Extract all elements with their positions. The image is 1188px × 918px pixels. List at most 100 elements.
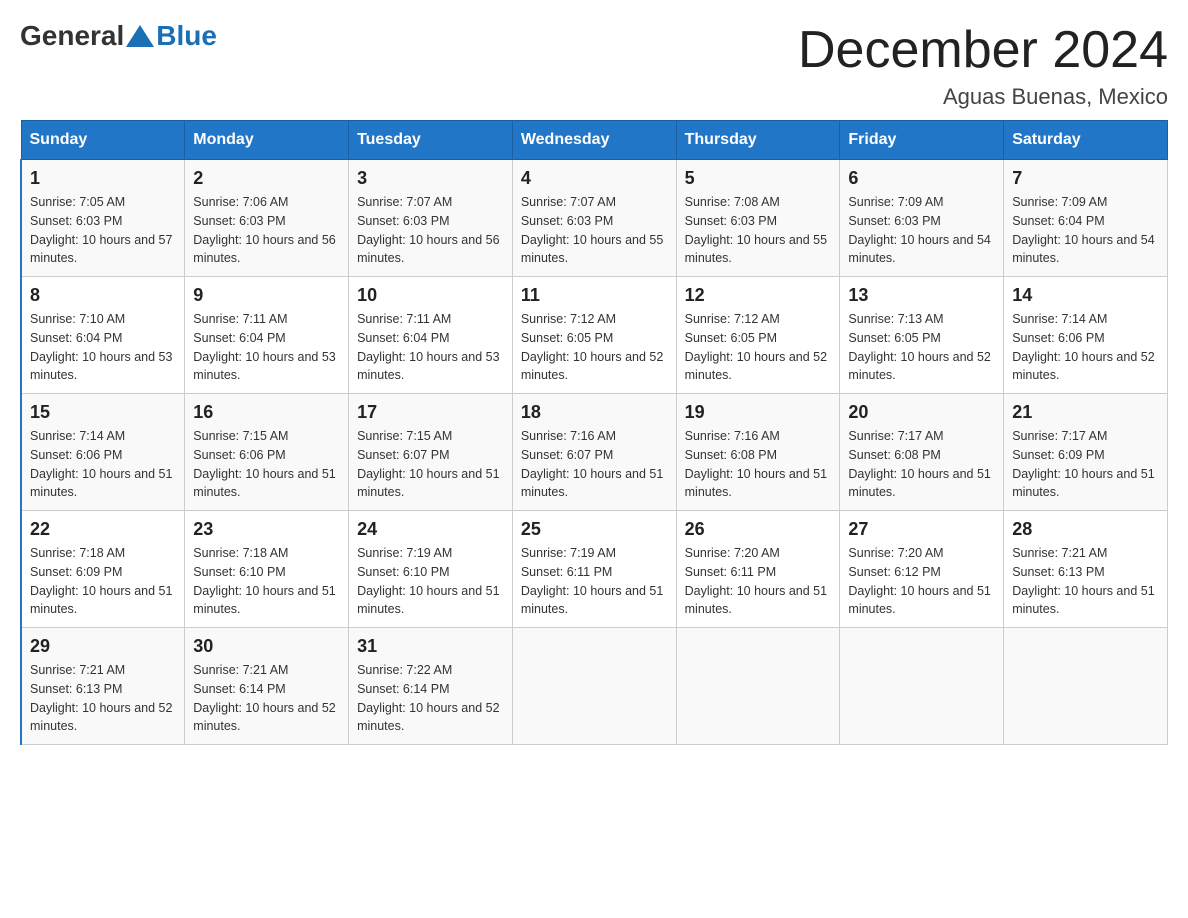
day-number: 26 — [685, 519, 832, 540]
day-info: Sunrise: 7:17 AMSunset: 6:08 PMDaylight:… — [848, 427, 995, 502]
calendar-cell: 9Sunrise: 7:11 AMSunset: 6:04 PMDaylight… — [185, 277, 349, 394]
calendar-cell: 21 Sunrise: 7:17 AMSunset: 6:09 PMDayligh… — [1004, 394, 1168, 511]
calendar-cell: 16 Sunrise: 7:15 AMSunset: 6:06 PMDayligh… — [185, 394, 349, 511]
day-number: 11 — [521, 285, 668, 306]
day-info: Sunrise: 7:07 AMSunset: 6:03 PMDaylight:… — [357, 193, 504, 268]
day-info: Sunrise: 7:21 AMSunset: 6:13 PMDaylight:… — [1012, 544, 1159, 619]
day-number: 28 — [1012, 519, 1159, 540]
day-number: 8 — [30, 285, 176, 306]
calendar-cell: 29 Sunrise: 7:21 AMSunset: 6:13 PMDayligh… — [21, 628, 185, 745]
month-title: December 2024 — [798, 20, 1168, 80]
day-number: 27 — [848, 519, 995, 540]
day-info: Sunrise: 7:21 AMSunset: 6:13 PMDaylight:… — [30, 661, 176, 736]
day-info: Sunrise: 7:12 AMSunset: 6:05 PMDaylight:… — [521, 310, 668, 385]
day-header-monday: Monday — [185, 121, 349, 160]
day-header-wednesday: Wednesday — [512, 121, 676, 160]
day-number: 4 — [521, 168, 668, 189]
calendar-header: SundayMondayTuesdayWednesdayThursdayFrid… — [21, 121, 1168, 160]
day-number: 13 — [848, 285, 995, 306]
calendar-table: SundayMondayTuesdayWednesdayThursdayFrid… — [20, 120, 1168, 745]
calendar-cell: 26 Sunrise: 7:20 AMSunset: 6:11 PMDayligh… — [676, 511, 840, 628]
day-number: 3 — [357, 168, 504, 189]
day-info: Sunrise: 7:15 AMSunset: 6:06 PMDaylight:… — [193, 427, 340, 502]
day-number: 9 — [193, 285, 340, 306]
calendar-cell: 18 Sunrise: 7:16 AMSunset: 6:07 PMDayligh… — [512, 394, 676, 511]
day-info: Sunrise: 7:15 AMSunset: 6:07 PMDaylight:… — [357, 427, 504, 502]
calendar-cell: 31Sunrise: 7:22 AMSunset: 6:14 PMDayligh… — [349, 628, 513, 745]
day-info: Sunrise: 7:09 AMSunset: 6:04 PMDaylight:… — [1012, 193, 1159, 268]
calendar-cell: 24Sunrise: 7:19 AMSunset: 6:10 PMDayligh… — [349, 511, 513, 628]
calendar-cell: 2 Sunrise: 7:06 AMSunset: 6:03 PMDaylight… — [185, 160, 349, 277]
calendar-cell: 8 Sunrise: 7:10 AMSunset: 6:04 PMDaylight… — [21, 277, 185, 394]
calendar-cell: 23Sunrise: 7:18 AMSunset: 6:10 PMDayligh… — [185, 511, 349, 628]
calendar-cell — [1004, 628, 1168, 745]
calendar-cell — [676, 628, 840, 745]
page-header: General Blue December 2024 Aguas Buenas,… — [20, 20, 1168, 110]
day-info: Sunrise: 7:16 AMSunset: 6:08 PMDaylight:… — [685, 427, 832, 502]
day-info: Sunrise: 7:20 AMSunset: 6:12 PMDaylight:… — [848, 544, 995, 619]
day-info: Sunrise: 7:07 AMSunset: 6:03 PMDaylight:… — [521, 193, 668, 268]
logo-blue: Blue — [156, 20, 217, 52]
day-info: Sunrise: 7:14 AMSunset: 6:06 PMDaylight:… — [30, 427, 176, 502]
day-info: Sunrise: 7:12 AMSunset: 6:05 PMDaylight:… — [685, 310, 832, 385]
day-info: Sunrise: 7:17 AMSunset: 6:09 PMDaylight:… — [1012, 427, 1159, 502]
calendar-cell: 4 Sunrise: 7:07 AMSunset: 6:03 PMDaylight… — [512, 160, 676, 277]
day-header-tuesday: Tuesday — [349, 121, 513, 160]
calendar-body: 1 Sunrise: 7:05 AMSunset: 6:03 PMDaylight… — [21, 160, 1168, 745]
calendar-cell: 11 Sunrise: 7:12 AMSunset: 6:05 PMDayligh… — [512, 277, 676, 394]
day-number: 19 — [685, 402, 832, 423]
day-header-friday: Friday — [840, 121, 1004, 160]
day-number: 22 — [30, 519, 176, 540]
title-section: December 2024 Aguas Buenas, Mexico — [798, 20, 1168, 110]
day-number: 16 — [193, 402, 340, 423]
day-info: Sunrise: 7:18 AMSunset: 6:09 PMDaylight:… — [30, 544, 176, 619]
day-info: Sunrise: 7:20 AMSunset: 6:11 PMDaylight:… — [685, 544, 832, 619]
calendar-cell: 6 Sunrise: 7:09 AMSunset: 6:03 PMDaylight… — [840, 160, 1004, 277]
calendar-cell: 30 Sunrise: 7:21 AMSunset: 6:14 PMDayligh… — [185, 628, 349, 745]
day-number: 6 — [848, 168, 995, 189]
day-info: Sunrise: 7:11 AMSunset: 6:04 PMDaylight:… — [357, 310, 504, 385]
day-info: Sunrise: 7:08 AMSunset: 6:03 PMDaylight:… — [685, 193, 832, 268]
calendar-week-4: 22 Sunrise: 7:18 AMSunset: 6:09 PMDayligh… — [21, 511, 1168, 628]
day-number: 2 — [193, 168, 340, 189]
day-number: 21 — [1012, 402, 1159, 423]
logo-general: General — [20, 20, 124, 52]
day-number: 25 — [521, 519, 668, 540]
day-info: Sunrise: 7:19 AMSunset: 6:10 PMDaylight:… — [357, 544, 504, 619]
calendar-week-3: 15 Sunrise: 7:14 AMSunset: 6:06 PMDayligh… — [21, 394, 1168, 511]
day-info: Sunrise: 7:13 AMSunset: 6:05 PMDaylight:… — [848, 310, 995, 385]
day-number: 17 — [357, 402, 504, 423]
day-number: 30 — [193, 636, 340, 657]
day-header-thursday: Thursday — [676, 121, 840, 160]
day-number: 10 — [357, 285, 504, 306]
day-number: 12 — [685, 285, 832, 306]
day-info: Sunrise: 7:10 AMSunset: 6:04 PMDaylight:… — [30, 310, 176, 385]
calendar-cell: 15 Sunrise: 7:14 AMSunset: 6:06 PMDayligh… — [21, 394, 185, 511]
day-info: Sunrise: 7:05 AMSunset: 6:03 PMDaylight:… — [30, 193, 176, 268]
day-info: Sunrise: 7:06 AMSunset: 6:03 PMDaylight:… — [193, 193, 340, 268]
day-number: 14 — [1012, 285, 1159, 306]
calendar-week-2: 8 Sunrise: 7:10 AMSunset: 6:04 PMDaylight… — [21, 277, 1168, 394]
calendar-cell — [840, 628, 1004, 745]
day-number: 1 — [30, 168, 176, 189]
calendar-cell: 27 Sunrise: 7:20 AMSunset: 6:12 PMDayligh… — [840, 511, 1004, 628]
day-number: 23 — [193, 519, 340, 540]
day-info: Sunrise: 7:09 AMSunset: 6:03 PMDaylight:… — [848, 193, 995, 268]
calendar-cell: 22 Sunrise: 7:18 AMSunset: 6:09 PMDayligh… — [21, 511, 185, 628]
logo-triangle-icon — [126, 25, 154, 47]
calendar-cell: 17 Sunrise: 7:15 AMSunset: 6:07 PMDayligh… — [349, 394, 513, 511]
calendar-cell: 14Sunrise: 7:14 AMSunset: 6:06 PMDayligh… — [1004, 277, 1168, 394]
logo: General Blue — [20, 20, 217, 52]
day-info: Sunrise: 7:19 AMSunset: 6:11 PMDaylight:… — [521, 544, 668, 619]
calendar-cell: 10 Sunrise: 7:11 AMSunset: 6:04 PMDayligh… — [349, 277, 513, 394]
day-number: 29 — [30, 636, 176, 657]
day-header-saturday: Saturday — [1004, 121, 1168, 160]
day-header-sunday: Sunday — [21, 121, 185, 160]
location: Aguas Buenas, Mexico — [798, 84, 1168, 110]
day-info: Sunrise: 7:21 AMSunset: 6:14 PMDaylight:… — [193, 661, 340, 736]
day-info: Sunrise: 7:16 AMSunset: 6:07 PMDaylight:… — [521, 427, 668, 502]
calendar-week-1: 1 Sunrise: 7:05 AMSunset: 6:03 PMDaylight… — [21, 160, 1168, 277]
calendar-cell — [512, 628, 676, 745]
day-number: 15 — [30, 402, 176, 423]
day-number: 18 — [521, 402, 668, 423]
